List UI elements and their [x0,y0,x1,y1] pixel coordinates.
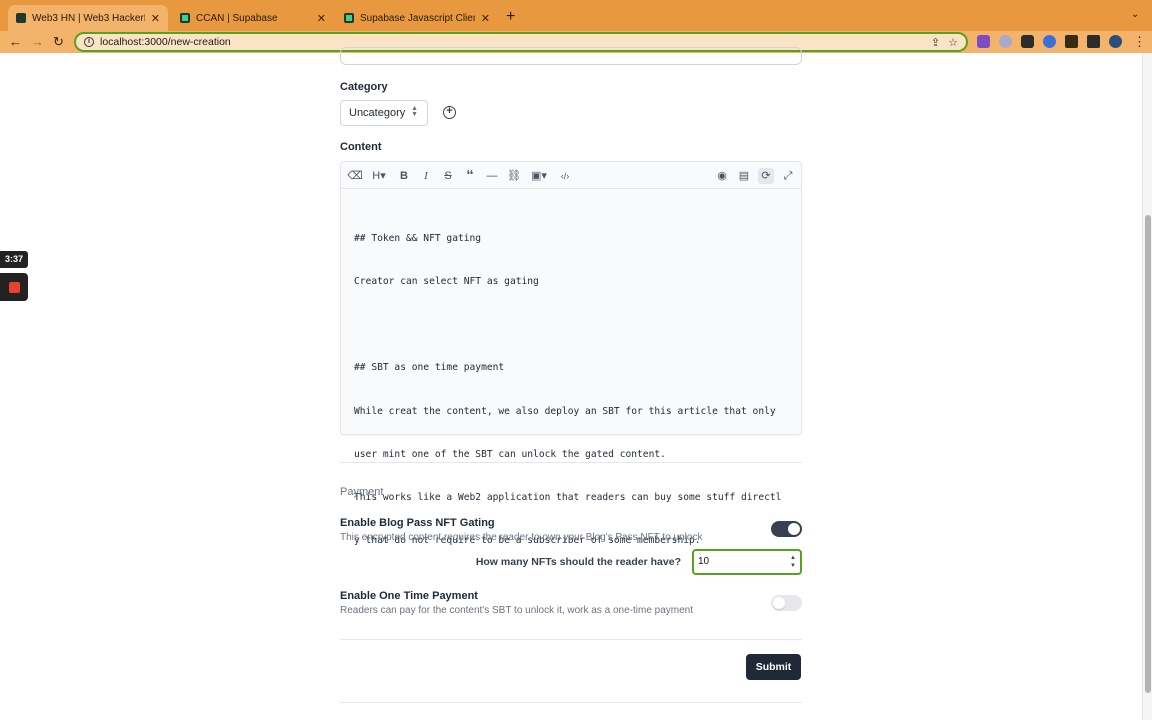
horizontal-rule-icon[interactable]: — [484,168,500,184]
new-tab-button[interactable]: + [506,8,515,26]
editor-line: ## SBT as one time payment [354,362,505,374]
nft-gating-title: Enable Blog Pass NFT Gating [340,517,495,529]
add-category-icon[interactable]: + [443,106,456,119]
layout-icon[interactable]: ▤ [736,168,752,184]
tab-search-chevron-icon[interactable]: ⌄ [1131,9,1139,20]
payment-section-title: Payment [340,486,384,498]
profile-avatar[interactable] [1109,35,1122,48]
extension-circle-icon[interactable] [999,35,1012,48]
section-divider [340,702,802,703]
stop-icon [9,282,20,293]
page-content: 3:37 Category Uncategory ▲ ▼ + Content ⌫ … [0,47,1152,720]
tab-title: Supabase Javascript Client [360,12,475,24]
extension-ae-icon[interactable] [1021,35,1034,48]
heading-glyph: H [372,170,381,182]
editor-line: user mint one of the SBT can unlock the … [354,448,666,460]
markdown-editor[interactable]: ⌫ H▾ B I S “ — ⛓ ▣▾ ‹/› ◉ ▤ ⟳ ⤢ ## Token… [340,161,802,546]
strikethrough-icon[interactable]: S [440,168,456,184]
quote-icon[interactable]: “ [462,168,478,184]
tab-supabase-js-client[interactable]: Supabase Javascript Client ✕ [336,5,498,31]
close-icon[interactable]: ✕ [481,12,490,25]
link-icon[interactable]: ⛓ [506,168,522,184]
browser-tab-bar: Web3 HN | Web3 HackerNews ✕ CCAN | Supab… [0,0,1152,31]
supabase-favicon-icon [344,13,354,23]
italic-icon[interactable]: I [418,168,434,184]
tab-title: CCAN | Supabase [196,12,278,24]
recording-stop-button[interactable] [0,273,28,301]
recording-timer: 3:37 [0,251,28,268]
editor-line: Creator can select NFT as gating [354,276,539,288]
extension-blue-icon[interactable] [1043,35,1056,48]
one-time-payment-title: Enable One Time Payment [340,590,478,602]
eraser-icon[interactable]: ⌫ [347,168,363,184]
nft-count-input[interactable]: 10 ▲ ▼ [692,549,802,575]
number-spinner-icon[interactable]: ▲ ▼ [790,554,796,570]
submit-button[interactable]: Submit [746,654,801,680]
web3hn-favicon-icon [16,13,26,23]
editor-line: ## Token && NFT gating [354,232,482,244]
page-scrollbar[interactable] [1142,53,1152,720]
tab-ccan-supabase[interactable]: CCAN | Supabase ✕ [172,5,334,31]
one-time-payment-description: Readers can pay for the content's SBT to… [340,605,694,616]
supabase-favicon-icon [180,13,190,23]
share-icon[interactable]: ⇪ [931,36,940,49]
side-panel-icon[interactable] [1087,35,1100,48]
browser-menu-icon[interactable]: ⋮ [1133,34,1146,50]
metamask-extension-icon[interactable] [977,35,990,48]
category-select[interactable]: Uncategory ▲ ▼ [340,100,428,126]
content-label: Content [340,141,382,153]
nft-gating-toggle[interactable] [771,521,802,537]
section-divider [340,639,802,640]
reload-icon[interactable]: ↻ [53,34,64,50]
nft-count-value: 10 [698,556,710,567]
editor-toolbar: ⌫ H▾ B I S “ — ⛓ ▣▾ ‹/› ◉ ▤ ⟳ ⤢ [341,162,801,189]
preview-icon[interactable]: ◉ [714,168,730,184]
extensions-puzzle-icon[interactable] [1065,35,1078,48]
select-caret-icon: ▲ ▼ [411,105,418,118]
category-label: Category [340,81,388,93]
previous-input-field[interactable] [340,47,802,65]
nft-gating-description: This encrypted content requires the read… [340,532,703,543]
heading-icon[interactable]: H▾ [369,168,389,184]
editor-line: While creat the content, we also deploy … [354,405,776,417]
close-icon[interactable]: ✕ [151,12,160,25]
tab-title: Web3 HN | Web3 HackerNews [32,12,145,24]
tab-web3-hn[interactable]: Web3 HN | Web3 HackerNews ✕ [8,5,168,31]
site-info-icon[interactable]: i [84,37,94,47]
nft-count-label: How many NFTs should the reader have? [475,556,681,568]
editor-line: This works like a Web2 application that … [354,492,782,504]
scrollbar-thumb[interactable] [1145,215,1151,693]
toggle-knob [788,523,800,535]
fullscreen-icon[interactable]: ⤢ [780,168,796,184]
category-selected-value: Uncategory [349,107,406,119]
bold-icon[interactable]: B [396,168,412,184]
forward-arrow-icon[interactable]: → [31,34,44,49]
one-time-payment-toggle[interactable] [771,595,802,611]
code-icon[interactable]: ‹/› [556,168,574,184]
back-arrow-icon[interactable]: ← [9,34,22,49]
bookmark-star-icon[interactable]: ☆ [948,36,958,49]
toggle-knob [773,597,785,609]
section-divider [340,462,802,463]
sync-scroll-icon[interactable]: ⟳ [758,168,774,184]
image-icon[interactable]: ▣▾ [529,168,549,184]
close-icon[interactable]: ✕ [317,12,326,25]
